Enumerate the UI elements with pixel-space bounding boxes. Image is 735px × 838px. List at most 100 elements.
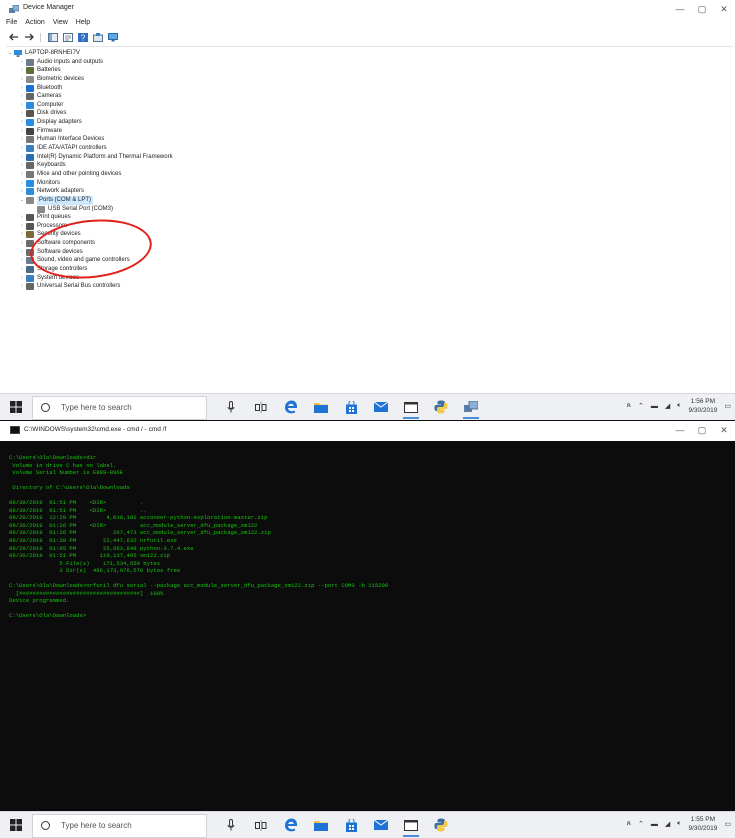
mail-task[interactable] [372,398,390,416]
expand-chevron-icon[interactable]: › [19,101,25,110]
network-tray-icon[interactable]: ◢ [665,402,670,410]
task-view-task[interactable] [252,398,270,416]
device-manager-icon [9,5,19,13]
expand-chevron-icon[interactable]: › [19,222,25,231]
microphone-task[interactable] [222,398,240,416]
collapse-chevron-icon[interactable]: ⌄ [7,49,13,58]
cmd-close-button[interactable]: ✕ [713,421,735,441]
expand-chevron-icon[interactable]: › [19,170,25,179]
edge-task[interactable] [282,816,300,834]
tree-item-label: Audio inputs and outputs [37,58,104,65]
expand-chevron-icon[interactable]: › [19,161,25,170]
minimize-button[interactable]: — [669,0,691,20]
tree-item-label: Firmware [37,127,62,134]
console-output[interactable]: C:\Users\Ola\Downloads>dir Volume in dri… [9,454,388,620]
windows-start-icon[interactable] [10,819,22,831]
tree-item-label: USB Serial Port (COM3) [48,205,114,212]
clock[interactable]: 1:55 PM 9/30/2019 [688,815,717,833]
expand-chevron-icon[interactable]: › [19,274,25,283]
tree-item-label: Batteries [37,67,61,74]
python-task[interactable] [432,816,450,834]
expand-chevron-icon[interactable]: › [19,248,25,257]
show-hidden-icon[interactable]: ⌃ [638,402,644,410]
console-line: Directory of C:\Users\Ola\Downloads [9,484,130,492]
bluetooth-icon [26,84,34,92]
expand-chevron-icon[interactable]: › [19,230,25,239]
people-icon[interactable]: ጰ [627,820,631,828]
properties-button[interactable] [62,32,73,42]
cmd-maximize-button[interactable]: ▢ [691,421,713,441]
expand-chevron-icon[interactable]: › [19,84,25,93]
device-manager-task-icon [464,401,478,412]
mail-icon [374,820,388,830]
taskbar-search-box[interactable]: Type here to search [32,814,207,838]
back-button[interactable] [8,32,19,42]
expand-chevron-icon[interactable]: › [19,179,25,188]
monitor-icon [26,179,34,187]
expand-chevron-icon[interactable]: › [19,256,25,265]
expand-chevron-icon[interactable]: › [19,127,25,136]
volume-icon[interactable]: 🔈︎ [677,820,681,828]
collapse-chevron-icon[interactable]: ⌄ [19,196,25,205]
windows-start-icon[interactable] [10,401,22,413]
scan-hardware-button[interactable] [107,32,118,42]
close-button[interactable]: ✕ [713,0,735,20]
store-task[interactable] [342,816,360,834]
menu-file[interactable]: File [6,19,17,31]
mail-task[interactable] [372,816,390,834]
notification-icon[interactable]: ▭ [724,820,731,828]
expand-chevron-icon[interactable]: › [19,66,25,75]
expand-chevron-icon[interactable]: › [19,118,25,127]
menu-view[interactable]: View [53,19,68,31]
menu-help[interactable]: Help [76,19,90,31]
expand-chevron-icon[interactable]: › [19,239,25,248]
expand-chevron-icon[interactable]: › [19,109,25,118]
people-icon[interactable]: ጰ [627,402,631,410]
cmd-minimize-button[interactable]: — [669,421,691,441]
expand-chevron-icon[interactable]: › [19,75,25,84]
volume-icon[interactable]: 🔈︎ [677,402,681,410]
expand-chevron-icon[interactable]: › [19,92,25,101]
microphone-task[interactable] [222,816,240,834]
help-button[interactable]: ? [77,32,88,42]
console-line: 09/30/2019 01:51 PM <DIR> .. [9,506,147,514]
disk-icon [26,110,34,118]
keyboard-icon [26,162,34,170]
file-explorer-task[interactable] [312,816,330,834]
expand-chevron-icon[interactable]: › [19,265,25,274]
taskbar-search-box[interactable]: Type here to search [32,396,207,420]
show-hide-button[interactable] [47,32,58,42]
device-manager-task[interactable] [462,398,480,419]
update-driver-button[interactable] [92,32,103,42]
maximize-button[interactable]: ▢ [691,0,713,20]
forward-button[interactable] [23,32,34,42]
cmd-task[interactable] [402,398,420,419]
battery-tray-icon[interactable]: ▬ [651,403,658,410]
edge-browser-icon [285,400,297,414]
expand-chevron-icon[interactable]: › [19,58,25,67]
tree-item-label: Mice and other pointing devices [37,170,122,177]
battery-tray-icon[interactable]: ▬ [651,821,658,828]
title-bar: Device Manager — ▢ ✕ [0,0,735,20]
expand-chevron-icon[interactable]: › [19,213,25,222]
expand-chevron-icon[interactable]: › [19,187,25,196]
task-view-task[interactable] [252,816,270,834]
expand-chevron-icon[interactable]: › [19,282,25,291]
notification-icon[interactable]: ▭ [724,402,731,410]
expand-chevron-icon[interactable]: › [19,144,25,153]
ide-icon [26,145,34,153]
network-tray-icon[interactable]: ◢ [665,820,670,828]
python-task[interactable] [432,398,450,416]
clock[interactable]: 1:56 PM 9/30/2019 [688,397,717,415]
store-task[interactable] [342,398,360,416]
menu-action[interactable]: Action [25,19,44,31]
file-explorer-task[interactable] [312,398,330,416]
mail-icon [374,402,388,412]
expand-chevron-icon[interactable]: › [19,153,25,162]
tree-item-label: Human Interface Devices [37,136,105,143]
cmd-task[interactable] [402,816,420,837]
edge-task[interactable] [282,398,300,416]
expand-chevron-icon[interactable]: › [19,135,25,144]
show-hidden-icon[interactable]: ⌃ [638,820,644,828]
